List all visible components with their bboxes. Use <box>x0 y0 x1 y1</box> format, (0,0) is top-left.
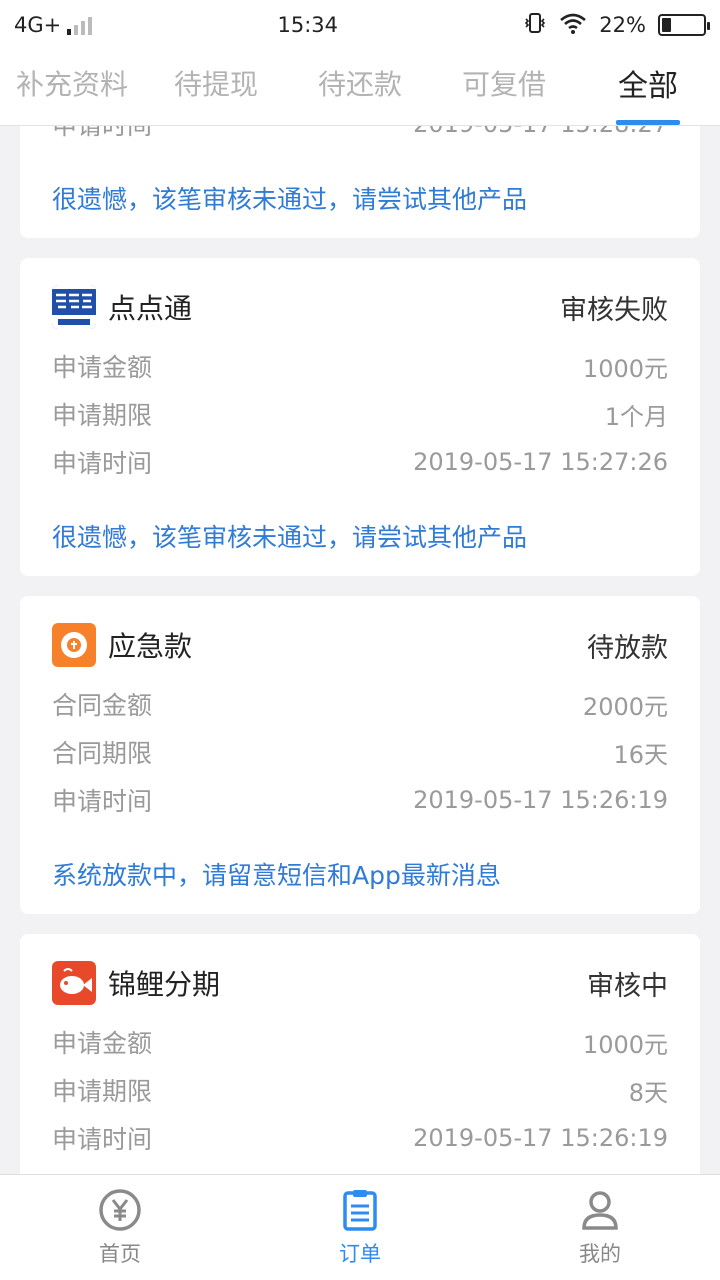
wifi-icon <box>559 11 587 40</box>
tab-pending-repay[interactable]: 待还款 <box>288 50 432 125</box>
clock: 15:34 <box>277 13 339 37</box>
tab-reborrow[interactable]: 可复借 <box>432 50 576 125</box>
order-list-viewport[interactable]: 申请时间 2019-05-17 15:28:27 很遗憾，该笔审核未通过，请尝试… <box>0 126 720 1174</box>
order-status: 待放款 <box>587 632 668 664</box>
status-right: 22% <box>523 11 710 40</box>
status-bar: 4G+ 15:34 22% <box>0 0 720 50</box>
row-label: 申请时间 <box>52 1125 153 1154</box>
tab-supplement[interactable]: 补充资料 <box>0 50 144 125</box>
row-label: 合同金额 <box>52 691 153 720</box>
tab-pending-withdraw[interactable]: 待提现 <box>144 50 288 125</box>
vibrate-icon <box>523 11 547 40</box>
row-label: 申请期限 <box>52 401 153 430</box>
brand-name: 锦鲤分期 <box>108 968 221 1001</box>
row-value: 8天 <box>628 1078 668 1107</box>
row-value: 16天 <box>613 740 668 769</box>
order-card[interactable]: 点点通 审核失败 申请金额 1000元 申请期限 1个月 申请时间 2019-0… <box>20 258 700 576</box>
order-row: 申请金额 1000元 <box>52 1018 668 1066</box>
status-left: 4G+ <box>14 13 93 37</box>
network-label: 4G+ <box>14 13 62 37</box>
card-header: 点点通 审核失败 <box>52 280 668 334</box>
order-row: 申请时间 2019-05-17 15:27:26 <box>52 438 668 486</box>
order-note: 系统放款中，请留意短信和App最新消息 <box>52 861 501 890</box>
row-label: 合同期限 <box>52 739 153 768</box>
jinli-logo <box>52 961 96 1005</box>
order-list: 申请时间 2019-05-17 15:28:27 很遗憾，该笔审核未通过，请尝试… <box>0 126 720 1174</box>
yingjikuan-logo <box>52 623 96 667</box>
battery-fill <box>661 18 671 32</box>
user-icon <box>578 1188 622 1232</box>
order-row: 申请金额 1000元 <box>52 342 668 390</box>
card-header: 应急款 待放款 <box>52 618 668 672</box>
yen-circle-icon <box>98 1188 142 1232</box>
order-card[interactable]: 应急款 待放款 合同金额 2000元 合同期限 16天 申请时间 2019-05… <box>20 596 700 914</box>
nav-profile[interactable]: 我的 <box>480 1175 720 1280</box>
row-value: 2019-05-17 15:28:27 <box>413 126 668 138</box>
row-value: 1个月 <box>604 402 668 431</box>
diandiantong-logo <box>52 285 96 329</box>
brand-name: 应急款 <box>108 630 193 663</box>
card-brand: 点点通 <box>52 285 192 329</box>
order-status: 审核中 <box>587 970 668 1002</box>
order-card[interactable]: 申请时间 2019-05-17 15:28:27 很遗憾，该笔审核未通过，请尝试… <box>20 126 700 238</box>
signal-icon <box>67 15 93 35</box>
bottom-nav: 首页 订单 我的 <box>0 1174 720 1280</box>
nav-profile-label: 我的 <box>579 1241 621 1266</box>
order-card[interactable]: 锦鲤分期 审核中 申请金额 1000元 申请期限 8天 申请时间 2019-05… <box>20 934 700 1174</box>
card-header: 锦鲤分期 审核中 <box>52 956 668 1010</box>
row-label: 申请时间 <box>52 449 153 478</box>
row-value: 1000元 <box>582 1030 668 1059</box>
row-label: 申请期限 <box>52 1077 153 1106</box>
order-row: 申请时间 2019-05-17 15:28:27 <box>52 126 668 148</box>
nav-home[interactable]: 首页 <box>0 1175 240 1280</box>
row-value: 2019-05-17 15:27:26 <box>413 448 668 476</box>
row-value: 2019-05-17 15:26:19 <box>413 1124 668 1152</box>
nav-orders[interactable]: 订单 <box>240 1175 480 1280</box>
order-tabs: 补充资料 待提现 待还款 可复借 全部 <box>0 50 720 126</box>
row-label: 申请金额 <box>52 1029 153 1058</box>
nav-home-label: 首页 <box>99 1241 141 1266</box>
row-label: 申请时间 <box>52 787 153 816</box>
order-row: 申请时间 2019-05-17 15:26:19 <box>52 1114 668 1162</box>
order-row: 申请时间 2019-05-17 15:26:19 <box>52 776 668 824</box>
row-value: 1000元 <box>582 354 668 383</box>
row-label: 申请金额 <box>52 353 153 382</box>
order-status: 审核失败 <box>560 294 668 326</box>
battery-percent: 22% <box>599 13 646 37</box>
row-value: 2000元 <box>582 692 668 721</box>
tab-all[interactable]: 全部 <box>576 50 720 125</box>
order-row: 合同期限 16天 <box>52 728 668 776</box>
order-note: 很遗憾，该笔审核未通过，请尝试其他产品 <box>52 523 528 552</box>
row-value: 2019-05-17 15:26:19 <box>413 786 668 814</box>
order-row: 申请期限 8天 <box>52 1066 668 1114</box>
clipboard-icon <box>338 1188 382 1232</box>
card-brand: 锦鲤分期 <box>52 961 220 1005</box>
brand-name: 点点通 <box>108 292 193 325</box>
order-row: 合同金额 2000元 <box>52 680 668 728</box>
nav-orders-label: 订单 <box>339 1241 381 1266</box>
order-row: 申请期限 1个月 <box>52 390 668 438</box>
order-note: 很遗憾，该笔审核未通过，请尝试其他产品 <box>52 185 528 214</box>
battery-icon <box>657 14 710 36</box>
row-label: 申请时间 <box>52 126 152 142</box>
card-brand: 应急款 <box>52 623 192 667</box>
